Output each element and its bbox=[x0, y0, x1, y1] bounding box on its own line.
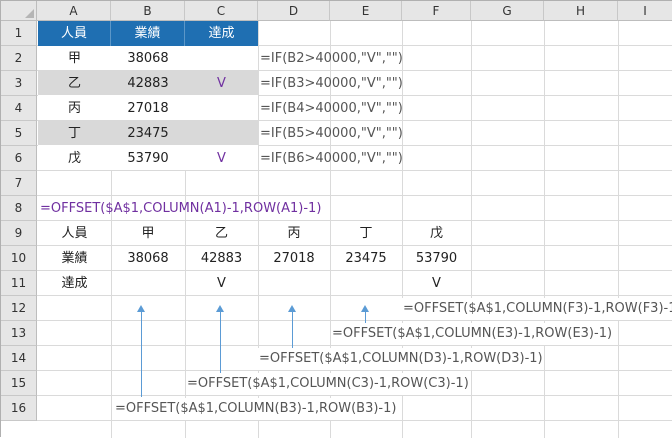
row-header-4[interactable]: 4 bbox=[1, 96, 37, 121]
row-header-14[interactable]: 14 bbox=[1, 346, 37, 371]
main-formula-a8[interactable]: =OFFSET($A$1,COLUMN(A1)-1,ROW(A1)-1) bbox=[40, 196, 321, 221]
arrow-up-icon bbox=[288, 305, 296, 312]
column-header-e[interactable]: E bbox=[330, 1, 402, 21]
arrow-c-shaft bbox=[220, 312, 221, 374]
spreadsheet: A B C D E F G H I 1 2 3 4 5 6 7 8 9 10 1… bbox=[0, 0, 672, 438]
gridline bbox=[37, 320, 672, 321]
row-header-16[interactable]: 16 bbox=[1, 396, 37, 421]
cell-b2[interactable]: 38068 bbox=[111, 46, 185, 71]
row-header-11[interactable]: 11 bbox=[1, 271, 37, 296]
cell-e11[interactable] bbox=[330, 271, 402, 296]
cell-e10[interactable]: 23475 bbox=[330, 246, 402, 271]
cell-d9[interactable]: 丙 bbox=[258, 221, 330, 246]
cell-a3[interactable]: 乙 bbox=[38, 71, 111, 96]
row-header-6[interactable]: 6 bbox=[1, 146, 37, 171]
row-header-8[interactable]: 8 bbox=[1, 196, 37, 221]
cell-f9[interactable]: 戊 bbox=[402, 221, 471, 246]
row-header-15[interactable]: 15 bbox=[1, 371, 37, 396]
column-header-g[interactable]: G bbox=[471, 1, 544, 21]
offset-formula-f: =OFFSET($A$1,COLUMN(F3)-1,ROW(F3)-1) bbox=[402, 298, 672, 320]
row-header-13[interactable]: 13 bbox=[1, 321, 37, 346]
cell-b6[interactable]: 53790 bbox=[111, 146, 185, 171]
cell-c6[interactable]: V bbox=[185, 146, 258, 171]
select-all-icon bbox=[25, 9, 34, 18]
row-header-5[interactable]: 5 bbox=[1, 121, 37, 146]
row-header-9[interactable]: 9 bbox=[1, 221, 37, 246]
arrow-up-icon bbox=[137, 305, 145, 312]
cell-c2[interactable] bbox=[185, 46, 258, 71]
row-header-10[interactable]: 10 bbox=[1, 246, 37, 271]
cell-c10[interactable]: 42883 bbox=[185, 246, 258, 271]
table-header-person[interactable]: 人員 bbox=[38, 21, 111, 46]
row-header-12[interactable]: 12 bbox=[1, 296, 37, 321]
cell-a10[interactable]: 業績 bbox=[38, 246, 111, 271]
gridline bbox=[37, 395, 672, 396]
cell-d6-formula[interactable]: =IF(B6>40000,"V","") bbox=[260, 146, 403, 171]
cell-b4[interactable]: 27018 bbox=[111, 96, 185, 121]
cell-b3[interactable]: 42883 bbox=[111, 71, 185, 96]
cell-c9[interactable]: 乙 bbox=[185, 221, 258, 246]
cell-a9[interactable]: 人員 bbox=[38, 221, 111, 246]
column-header-b[interactable]: B bbox=[111, 1, 185, 21]
cell-b5[interactable]: 23475 bbox=[111, 121, 185, 146]
cell-a4[interactable]: 丙 bbox=[38, 96, 111, 121]
select-all-corner[interactable] bbox=[1, 1, 37, 21]
column-header-i[interactable]: I bbox=[618, 1, 672, 21]
cell-d5-formula[interactable]: =IF(B5>40000,"V","") bbox=[260, 121, 403, 146]
offset-formula-b: =OFFSET($A$1,COLUMN(B3)-1,ROW(B3)-1) bbox=[114, 398, 398, 420]
arrow-b-shaft bbox=[141, 312, 142, 397]
arrow-up-icon bbox=[361, 305, 369, 312]
cell-c3[interactable]: V bbox=[185, 71, 258, 96]
arrow-up-icon bbox=[216, 305, 224, 312]
offset-formula-c: =OFFSET($A$1,COLUMN(C3)-1,ROW(C3)-1) bbox=[186, 373, 470, 395]
offset-formula-e: =OFFSET($A$1,COLUMN(E3)-1,ROW(E3)-1) bbox=[331, 323, 614, 345]
cell-d4-formula[interactable]: =IF(B4>40000,"V","") bbox=[260, 96, 403, 121]
column-header-c[interactable]: C bbox=[185, 1, 258, 21]
cell-a5[interactable]: 丁 bbox=[38, 121, 111, 146]
offset-formula-d: =OFFSET($A$1,COLUMN(D3)-1,ROW(D3)-1) bbox=[258, 348, 544, 370]
gridline bbox=[37, 370, 672, 371]
arrow-d-shaft bbox=[292, 312, 293, 349]
cell-a11[interactable]: 達成 bbox=[38, 271, 111, 296]
cell-b9[interactable]: 甲 bbox=[111, 221, 185, 246]
column-header-d[interactable]: D bbox=[258, 1, 330, 21]
gridline bbox=[618, 21, 619, 438]
column-header-a[interactable]: A bbox=[37, 1, 111, 21]
gridline bbox=[544, 21, 545, 438]
cell-d3-formula[interactable]: =IF(B3>40000,"V","") bbox=[260, 71, 403, 96]
cell-d10[interactable]: 27018 bbox=[258, 246, 330, 271]
row-header-2[interactable]: 2 bbox=[1, 46, 37, 71]
cell-a2[interactable]: 甲 bbox=[38, 46, 111, 71]
cell-e9[interactable]: 丁 bbox=[330, 221, 402, 246]
cell-c5[interactable] bbox=[185, 121, 258, 146]
column-header-h[interactable]: H bbox=[544, 1, 618, 21]
table-header-achieved[interactable]: 達成 bbox=[185, 21, 258, 46]
gridline bbox=[37, 420, 672, 421]
table-header-sales[interactable]: 業績 bbox=[111, 21, 185, 46]
cell-a6[interactable]: 戊 bbox=[38, 146, 111, 171]
cell-b10[interactable]: 38068 bbox=[111, 246, 185, 271]
cell-f11[interactable]: V bbox=[402, 271, 471, 296]
row-header-7[interactable]: 7 bbox=[1, 171, 37, 196]
gridline bbox=[471, 21, 472, 438]
cell-b11[interactable] bbox=[111, 271, 185, 296]
cell-f10[interactable]: 53790 bbox=[402, 246, 471, 271]
cell-c11[interactable]: V bbox=[185, 271, 258, 296]
column-header-f[interactable]: F bbox=[402, 1, 471, 21]
cell-c4[interactable] bbox=[185, 96, 258, 121]
row-header-1[interactable]: 1 bbox=[1, 21, 37, 46]
row-header-3[interactable]: 3 bbox=[1, 71, 37, 96]
gridline bbox=[37, 345, 672, 346]
cell-d2-formula[interactable]: =IF(B2>40000,"V","") bbox=[260, 46, 403, 71]
cell-d11[interactable] bbox=[258, 271, 330, 296]
